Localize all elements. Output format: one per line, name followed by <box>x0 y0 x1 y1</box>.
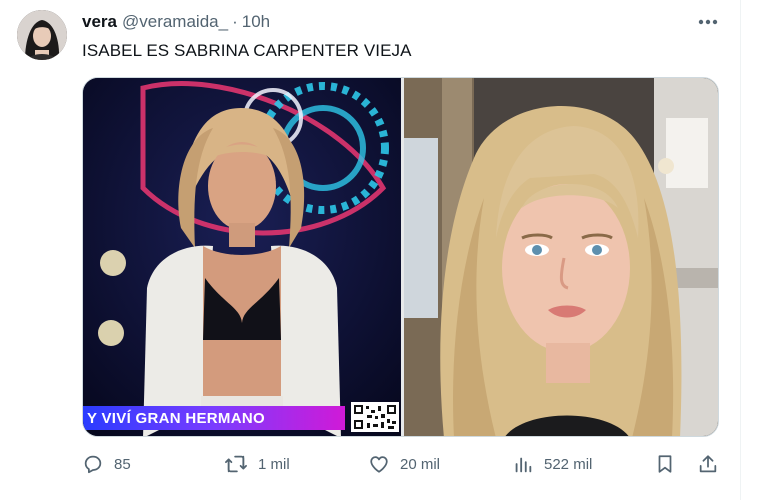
reply-icon <box>84 455 102 474</box>
retweet-count: 1 mil <box>258 455 290 473</box>
share-icon <box>699 455 717 473</box>
qr-code <box>351 402 399 432</box>
more-horizontal-icon <box>698 19 718 25</box>
author-name[interactable]: vera <box>82 12 117 32</box>
retweet-button[interactable]: 1 mil <box>224 450 290 478</box>
share-button[interactable] <box>697 450 719 478</box>
views-count: 522 mil <box>544 455 593 473</box>
tweet-timestamp[interactable]: 10h <box>242 12 270 32</box>
bookmark-icon <box>658 455 672 473</box>
heart-icon <box>370 456 388 473</box>
more-options-button[interactable] <box>696 12 720 32</box>
tv-banner-text: Y VIVÍ GRAN HERMANO <box>87 409 265 427</box>
media-photo-right[interactable] <box>404 78 718 436</box>
tweet-actions: 85 1 mil 20 mil 522 mil <box>0 450 767 478</box>
views-button[interactable]: 522 mil <box>512 450 592 478</box>
media-photo-left[interactable]: Y VIVÍ GRAN HERMANO <box>83 78 401 436</box>
like-button[interactable]: 20 mil <box>368 450 440 478</box>
separator-dot: · <box>232 12 238 31</box>
bookmark-button[interactable] <box>654 450 676 478</box>
views-chart-icon <box>515 457 532 473</box>
like-count: 20 mil <box>400 455 441 473</box>
author-avatar[interactable] <box>17 10 67 60</box>
column-divider <box>740 0 741 500</box>
tweet-media[interactable]: Y VIVÍ GRAN HERMANO <box>82 77 719 437</box>
reply-button[interactable]: 85 <box>82 450 131 478</box>
tweet-text: ISABEL ES SABRINA CARPENTER VIEJA <box>82 41 412 60</box>
reply-count: 85 <box>114 455 131 473</box>
author-handle[interactable]: @veramaida_ <box>122 12 228 32</box>
tv-banner: Y VIVÍ GRAN HERMANO <box>83 406 345 430</box>
tweet-header: vera @veramaida_ · 10h <box>82 12 270 34</box>
retweet-icon <box>225 455 247 473</box>
